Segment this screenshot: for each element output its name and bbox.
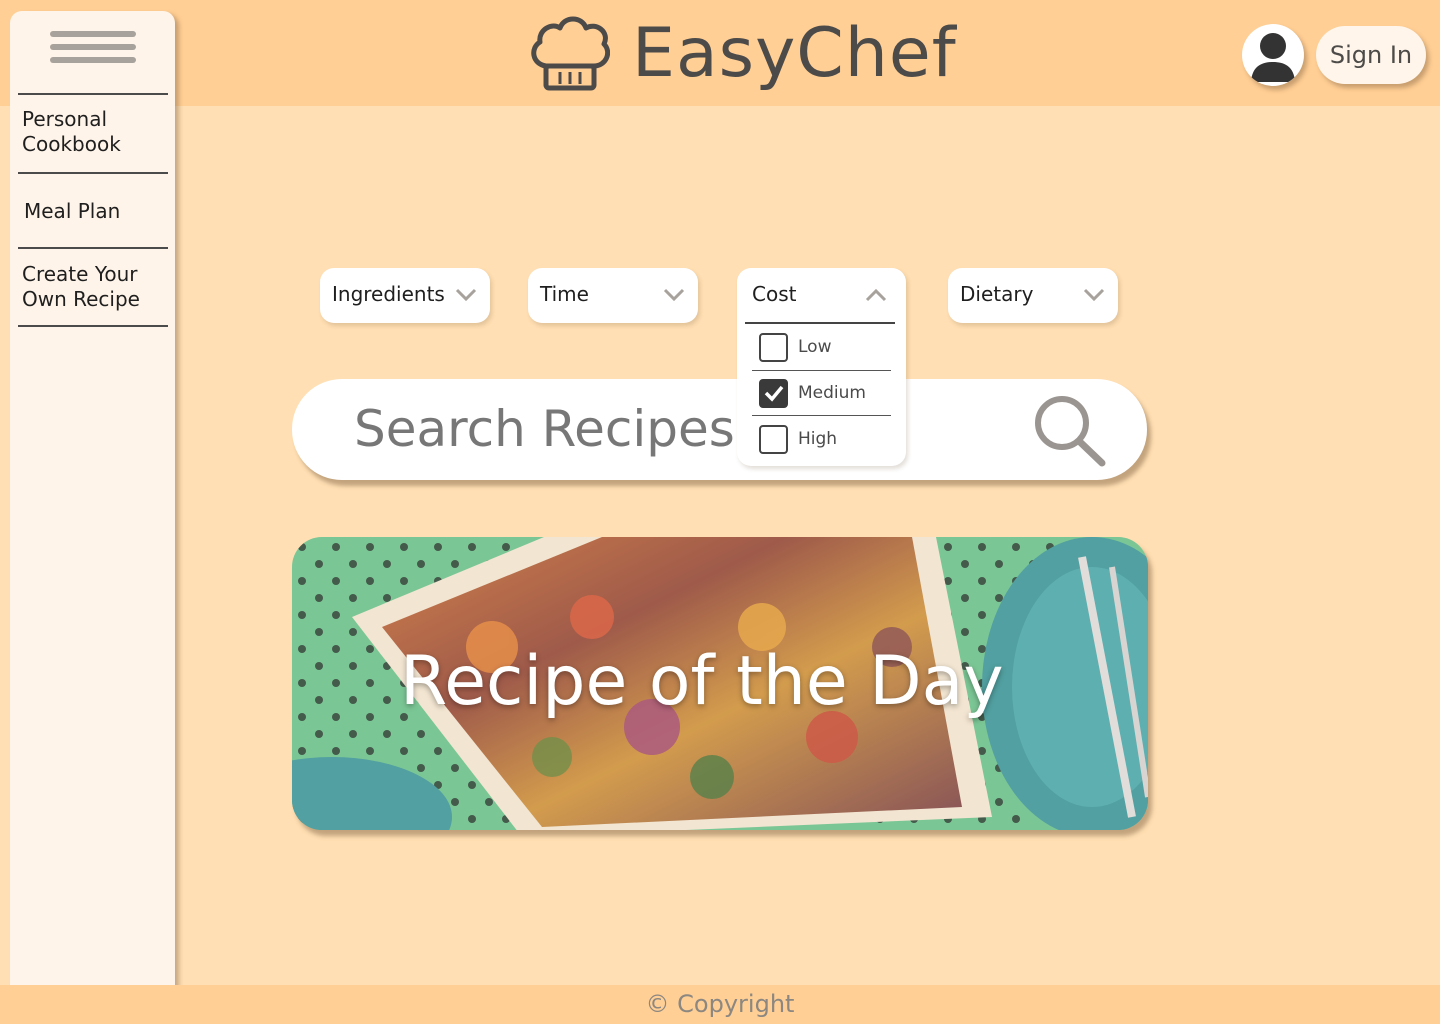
filter-ingredients[interactable]: Ingredients bbox=[320, 268, 490, 323]
chevron-down-icon bbox=[455, 288, 477, 302]
search-input[interactable] bbox=[354, 397, 754, 461]
cost-option-label: Medium bbox=[798, 383, 866, 403]
top-bar: EasyChef Sign In bbox=[0, 0, 1440, 106]
cost-option-label: Low bbox=[798, 337, 832, 357]
cost-option-label: High bbox=[798, 429, 838, 449]
user-avatar[interactable] bbox=[1242, 24, 1304, 86]
sidebar-item-personal-cookbook[interactable]: Personal Cookbook bbox=[22, 107, 162, 157]
filter-time[interactable]: Time bbox=[528, 268, 698, 323]
sidebar: Personal Cookbook Meal Plan Create Your … bbox=[10, 11, 175, 1010]
filter-dietary-label: Dietary bbox=[960, 282, 1034, 306]
sidebar-divider bbox=[18, 325, 168, 327]
recipe-of-the-day-title: Recipe of the Day bbox=[400, 642, 1004, 721]
cost-option-high[interactable]: High bbox=[759, 424, 837, 454]
filter-cost-dropdown: Cost Low Medium High bbox=[737, 268, 906, 466]
option-divider bbox=[752, 415, 891, 416]
search-icon[interactable] bbox=[1030, 393, 1108, 467]
checkbox-low[interactable] bbox=[759, 332, 788, 362]
sign-in-button[interactable]: Sign In bbox=[1316, 26, 1426, 84]
option-divider bbox=[752, 370, 891, 371]
footer: © Copyright bbox=[0, 985, 1440, 1024]
filter-time-label: Time bbox=[540, 282, 589, 306]
checkbox-high[interactable] bbox=[759, 424, 788, 454]
copyright-text: © Copyright bbox=[645, 990, 795, 1018]
sidebar-divider bbox=[18, 172, 168, 174]
sidebar-divider bbox=[18, 247, 168, 249]
dropdown-divider bbox=[745, 322, 895, 324]
search-bar bbox=[292, 379, 1147, 480]
sidebar-item-create-your-own-recipe[interactable]: Create Your Own Recipe bbox=[22, 262, 162, 312]
cost-option-medium[interactable]: Medium bbox=[759, 378, 866, 408]
chevron-down-icon bbox=[1083, 288, 1105, 302]
user-icon bbox=[1251, 33, 1295, 82]
chevron-down-icon bbox=[663, 288, 685, 302]
brand[interactable]: EasyChef bbox=[528, 14, 957, 94]
filter-dietary[interactable]: Dietary bbox=[948, 268, 1118, 323]
checkmark-icon bbox=[764, 385, 783, 402]
filter-ingredients-label: Ingredients bbox=[332, 282, 445, 306]
sidebar-item-meal-plan[interactable]: Meal Plan bbox=[24, 199, 164, 224]
chevron-up-icon[interactable] bbox=[864, 286, 888, 304]
sidebar-divider bbox=[18, 93, 168, 95]
hamburger-menu-icon[interactable] bbox=[50, 31, 136, 69]
chef-hat-icon bbox=[531, 16, 610, 91]
checkbox-medium[interactable] bbox=[759, 378, 788, 408]
app-title: EasyChef bbox=[632, 14, 957, 93]
recipe-of-the-day-card[interactable]: Recipe of the Day bbox=[292, 537, 1148, 830]
filter-cost-label[interactable]: Cost bbox=[752, 282, 796, 306]
cost-option-low[interactable]: Low bbox=[759, 332, 831, 362]
